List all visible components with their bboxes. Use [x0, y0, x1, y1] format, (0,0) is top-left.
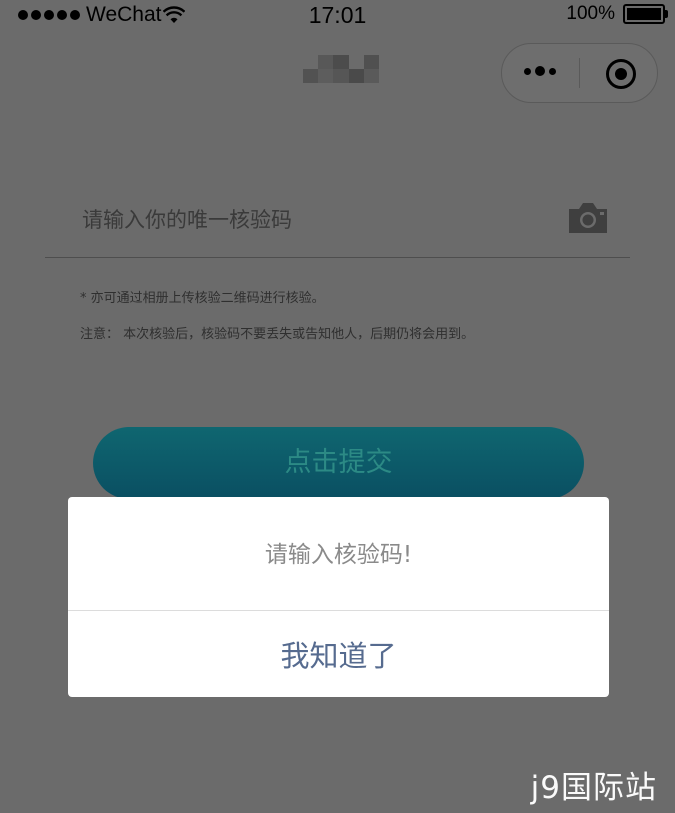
- verification-code-input[interactable]: [80, 203, 544, 237]
- input-underline: [45, 257, 630, 258]
- battery-icon: [623, 4, 668, 24]
- capsule-divider: [579, 58, 580, 88]
- target-circle-icon[interactable]: [606, 59, 636, 89]
- dialog-message: 请输入核验码!: [264, 542, 413, 568]
- battery-percent: 100%: [566, 3, 615, 24]
- page-title-pixelated: [303, 55, 379, 83]
- status-bar: WeChat 17:01 100%: [0, 0, 675, 30]
- mini-program-capsule: [501, 43, 658, 103]
- camera-icon[interactable]: [566, 201, 610, 235]
- alert-dialog: 请输入核验码! 我知道了: [68, 497, 609, 697]
- upload-hint: * 亦可通过相册上传核验二维码进行核验。: [80, 291, 325, 306]
- battery-group: 100%: [566, 3, 668, 25]
- more-dots-icon[interactable]: [524, 66, 556, 76]
- submit-button[interactable]: 点击提交: [93, 427, 584, 499]
- watermark: j9国际站: [530, 770, 657, 806]
- notice-hint: 注意： 本次核验后，核验码不要丢失或告知他人，后期仍将会用到。: [80, 327, 475, 342]
- dialog-ok-button[interactable]: 我知道了: [68, 611, 609, 697]
